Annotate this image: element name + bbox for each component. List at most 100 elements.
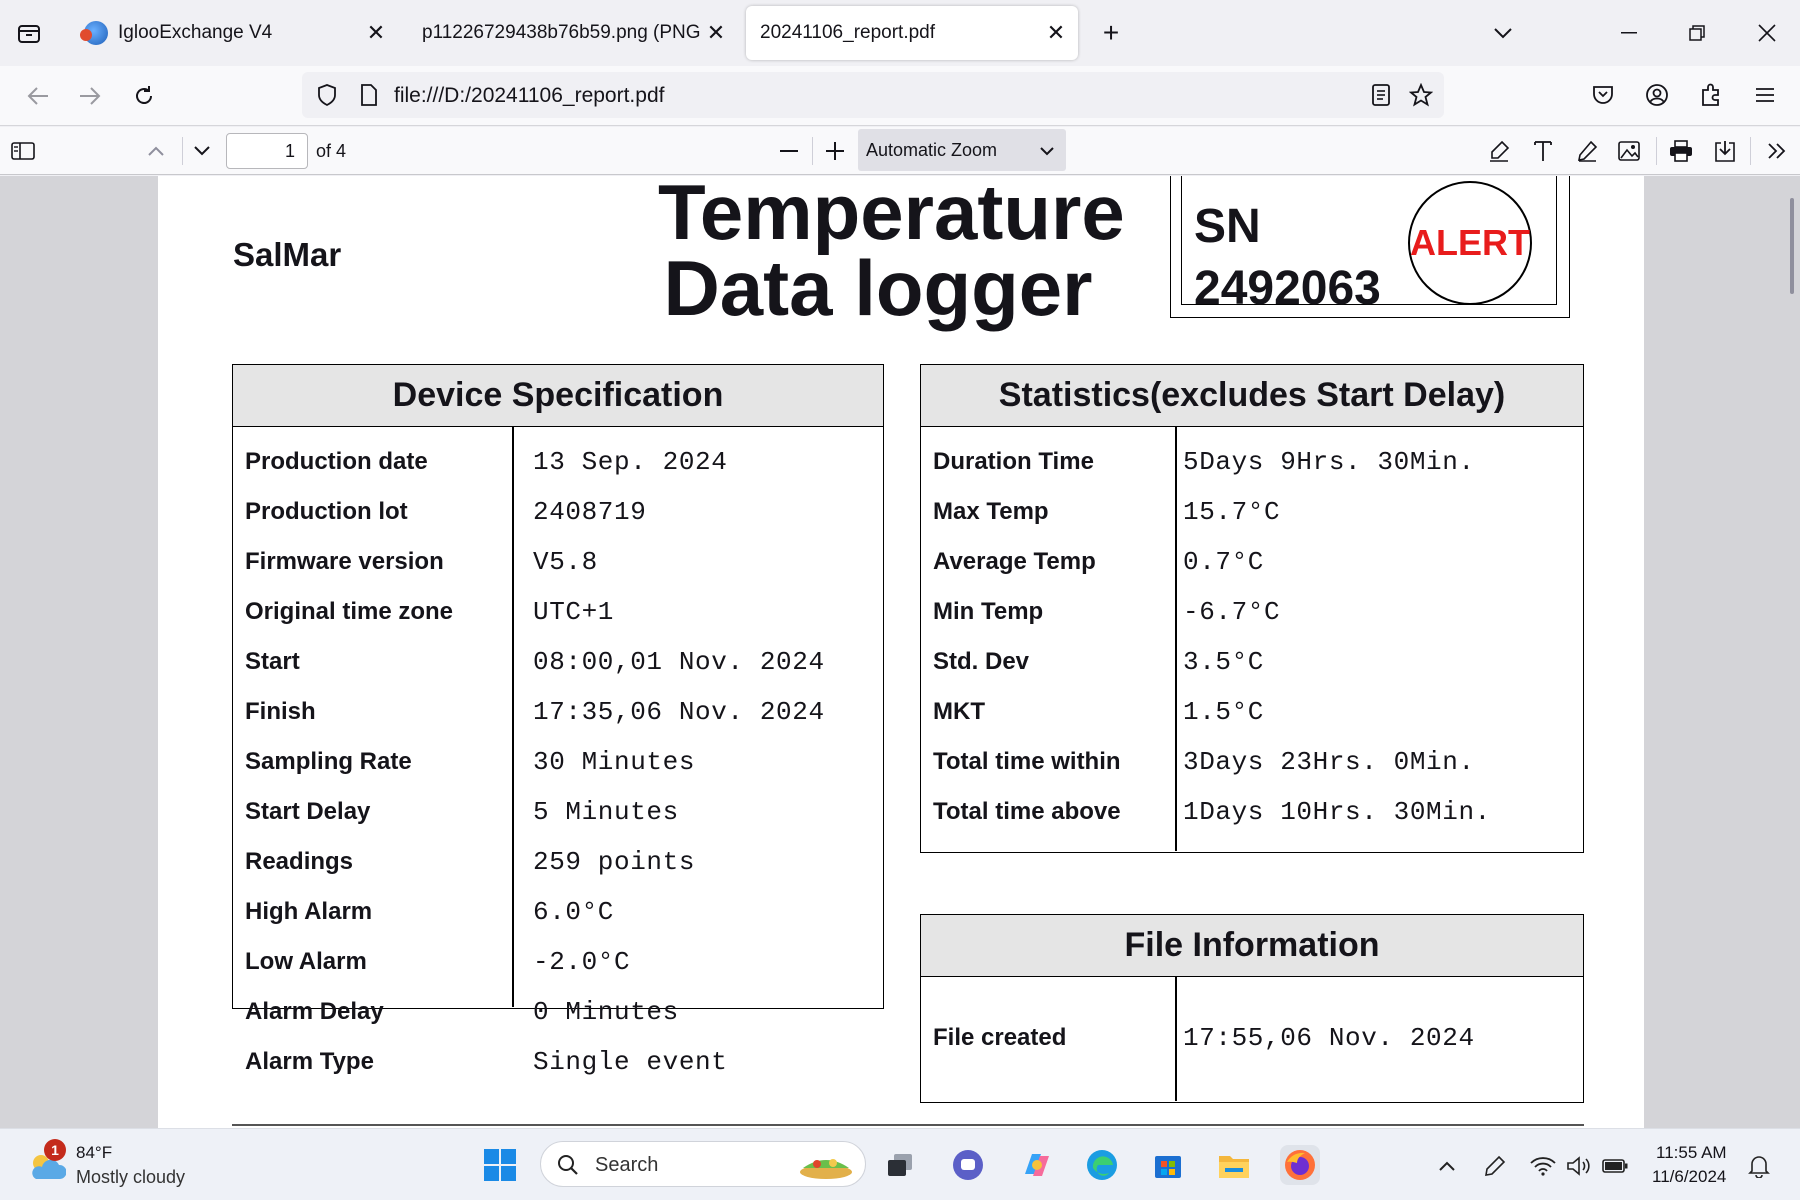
show-hidden-icons-chevron-icon[interactable]	[1432, 1151, 1462, 1181]
statistics-body: Duration Time 5Days 9Hrs. 30Min. Max Temp 1…	[921, 427, 1583, 851]
add-image-icon[interactable]	[1614, 137, 1644, 165]
reader-view-icon[interactable]	[1368, 82, 1394, 108]
pdf-viewer[interactable]: SalMar Temperature Data logger SN 249206…	[0, 176, 1800, 1128]
windows-start-icon[interactable]	[480, 1145, 520, 1185]
teams-chat-icon[interactable]	[948, 1145, 988, 1185]
clock-date[interactable]: 11/6/2024	[1652, 1167, 1726, 1187]
close-tab-icon[interactable]: ✕	[364, 20, 388, 45]
table-row: Average Temp 0.7°C	[921, 537, 1583, 587]
table-row: Production date 13 Sep. 2024	[233, 437, 883, 487]
row-value: 0.7°C	[1183, 547, 1265, 577]
pocket-icon[interactable]	[1586, 78, 1620, 112]
copilot-icon[interactable]	[1016, 1145, 1056, 1185]
row-value: -2.0°C	[533, 947, 631, 977]
menu-icon[interactable]	[1748, 78, 1782, 112]
reload-icon[interactable]	[126, 78, 162, 114]
windows-taskbar: 1 84°F Mostly cloudy Search 11:55 AM 11/…	[0, 1128, 1800, 1200]
row-label: Std. Dev	[933, 648, 1030, 675]
url-text[interactable]: file:///D:/20241106_report.pdf	[394, 84, 664, 108]
next-page-icon[interactable]	[188, 137, 216, 165]
row-label: Average Temp	[933, 548, 1096, 575]
task-view-icon[interactable]	[880, 1145, 920, 1185]
draw-icon[interactable]	[1572, 137, 1602, 165]
page-number-input[interactable]: 1	[226, 133, 308, 169]
row-label: Total time above	[933, 798, 1121, 825]
notifications-bell-icon[interactable]	[1744, 1151, 1774, 1181]
forward-icon[interactable]	[72, 78, 108, 114]
row-value: 3Days 23Hrs. 0Min.	[1183, 747, 1475, 777]
file-information-heading: File Information	[921, 915, 1583, 977]
wifi-icon[interactable]	[1528, 1151, 1558, 1181]
volume-icon[interactable]	[1564, 1151, 1594, 1181]
row-value: 1.5°C	[1183, 697, 1265, 727]
taskbar-search[interactable]: Search	[540, 1141, 866, 1187]
close-window-icon[interactable]	[1752, 18, 1782, 48]
shield-icon[interactable]	[314, 82, 340, 108]
highlight-icon[interactable]	[1484, 137, 1514, 165]
sn-value: 2492063	[1194, 262, 1381, 315]
text-tool-icon[interactable]	[1528, 137, 1558, 165]
table-row: Std. Dev 3.5°C	[921, 637, 1583, 687]
tab-iglooexchange[interactable]: IglooExchange V4 ✕	[70, 6, 398, 60]
battery-icon[interactable]	[1600, 1151, 1630, 1181]
weather-temperature[interactable]: 84°F	[76, 1143, 112, 1163]
account-icon[interactable]	[1640, 78, 1674, 112]
close-tab-icon[interactable]: ✕	[704, 20, 728, 45]
print-icon[interactable]	[1666, 137, 1696, 165]
previous-page-icon[interactable]	[142, 137, 170, 165]
table-row: Finish 17:35,06 Nov. 2024	[233, 687, 883, 737]
file-explorer-icon[interactable]	[1214, 1145, 1254, 1185]
table-row: High Alarm 6.0°C	[233, 887, 883, 937]
address-bar[interactable]: file:///D:/20241106_report.pdf	[302, 72, 1444, 118]
extensions-icon[interactable]	[1694, 78, 1728, 112]
row-label: Alarm Delay	[245, 998, 384, 1025]
minimize-icon[interactable]	[1614, 18, 1644, 48]
row-value: 08:00,01 Nov. 2024	[533, 647, 825, 677]
new-tab-icon[interactable]: +	[1096, 17, 1126, 48]
row-label: Start	[245, 648, 300, 675]
file-information-table: File Information File created 17:55,06 No…	[920, 914, 1584, 1103]
tools-chevron-icon[interactable]	[1762, 137, 1792, 165]
tab-png-image[interactable]: p11226729438b76b59.png (PNG In ✕	[410, 6, 738, 60]
file-information-body: File created 17:55,06 Nov. 2024	[921, 977, 1583, 1101]
clock-time[interactable]: 11:55 AM	[1656, 1143, 1727, 1163]
zoom-in-icon[interactable]	[820, 137, 850, 165]
microsoft-store-icon[interactable]	[1148, 1145, 1188, 1185]
list-all-tabs-chevron-icon[interactable]	[1488, 18, 1518, 48]
row-value: 6.0°C	[533, 897, 615, 927]
zoom-select[interactable]: Automatic Zoom	[858, 129, 1066, 171]
tab-title: IglooExchange V4	[118, 22, 273, 43]
row-value: 0 Minutes	[533, 997, 679, 1027]
table-row: Duration Time 5Days 9Hrs. 30Min.	[921, 437, 1583, 487]
pen-icon[interactable]	[1480, 1151, 1510, 1181]
back-icon[interactable]	[20, 78, 56, 114]
pdf-toolbar: 1 of 4 Automatic Zoom	[0, 127, 1800, 175]
table-row: Low Alarm -2.0°C	[233, 937, 883, 987]
row-label: Duration Time	[933, 448, 1094, 475]
toolbar-separator	[182, 137, 183, 165]
serial-number-inner-box: SN 2492063 ALERT	[1181, 176, 1557, 315]
close-tab-icon[interactable]: ✕	[1044, 20, 1068, 45]
row-label: Original time zone	[245, 598, 454, 625]
search-placeholder: Search	[595, 1154, 659, 1176]
edge-browser-icon[interactable]	[1082, 1145, 1122, 1185]
statistics-heading: Statistics(excludes Start Delay)	[921, 365, 1583, 427]
firefox-icon[interactable]	[1280, 1145, 1320, 1185]
row-value: Single event	[533, 1047, 728, 1077]
title-line-1: Temperature	[658, 176, 1125, 256]
restore-icon[interactable]	[1682, 18, 1712, 48]
row-label: Min Temp	[933, 598, 1044, 625]
tab-list-icon[interactable]	[14, 18, 44, 48]
zoom-out-icon[interactable]	[774, 137, 804, 165]
company-brand: SalMar	[233, 236, 342, 273]
bookmark-star-icon[interactable]	[1408, 82, 1434, 108]
vertical-scrollbar[interactable]	[1790, 198, 1794, 294]
table-row: Production lot 2408719	[233, 487, 883, 537]
sidebar-toggle-icon[interactable]	[8, 137, 38, 165]
zoom-select-value: Automatic Zoom	[866, 140, 998, 160]
tab-report-pdf[interactable]: 20241106_report.pdf ✕	[746, 6, 1078, 60]
save-download-icon[interactable]	[1710, 137, 1740, 165]
weather-description[interactable]: Mostly cloudy	[76, 1167, 185, 1188]
page-icon	[356, 82, 382, 108]
row-value: 30 Minutes	[533, 747, 696, 777]
